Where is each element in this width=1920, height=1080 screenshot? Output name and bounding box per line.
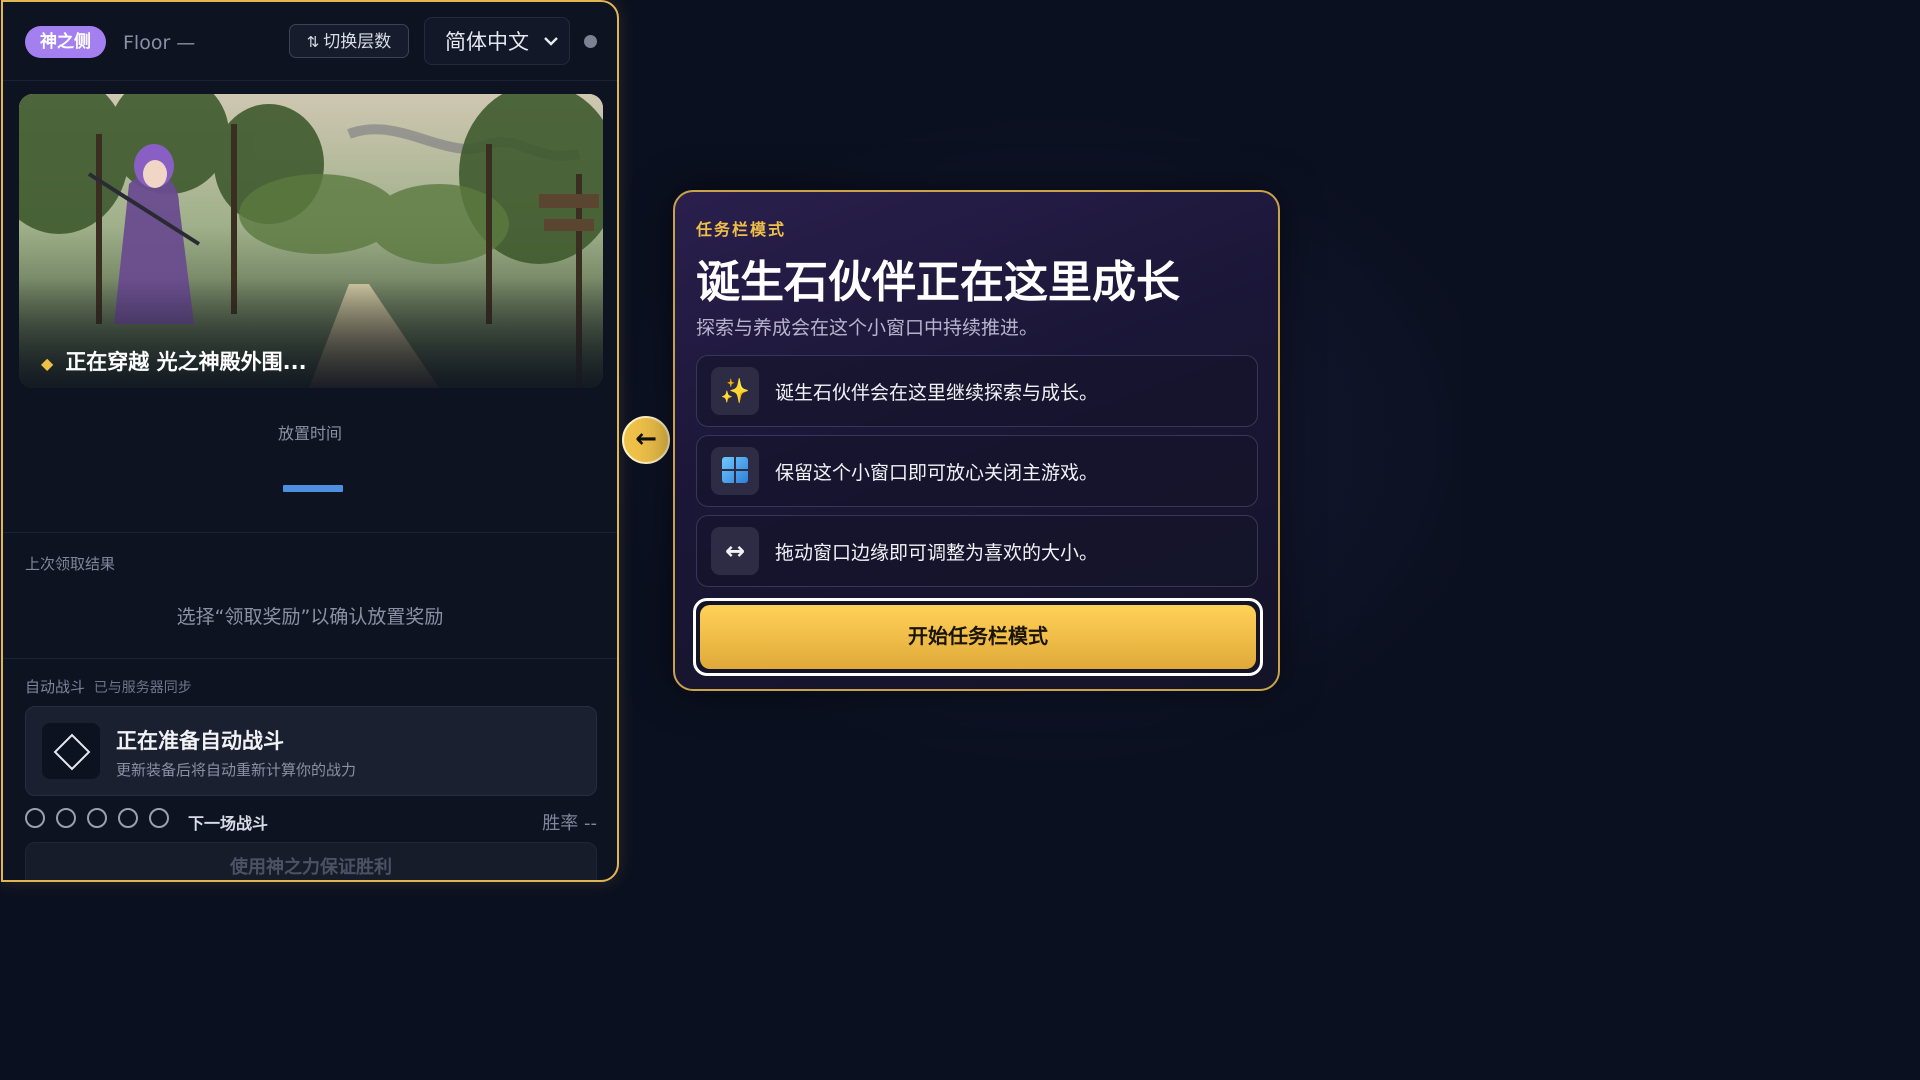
- auto-battle-title: 自动战斗: [25, 678, 86, 696]
- connection-status-dot: [584, 35, 597, 48]
- next-battle-label: 下一场战斗: [188, 814, 269, 833]
- scene-illustration: ◆ 正在穿越 光之神殿外围...: [19, 94, 603, 388]
- card-tag: 任务栏模式: [696, 220, 787, 239]
- swap-vertical-icon: ⇅: [306, 33, 320, 51]
- switch-floor-button[interactable]: ⇅ 切换层数: [289, 24, 409, 58]
- divider: [3, 658, 617, 659]
- card-subtitle: 探索与养成会在这个小窗口中持续推进。: [696, 317, 1039, 339]
- battle-dot: [149, 808, 169, 828]
- last-claim-title: 上次领取结果: [25, 555, 116, 573]
- feature-text: 诞生石伙伴会在这里继续探索与成长。: [775, 382, 1099, 404]
- language-value: 简体中文: [445, 30, 529, 54]
- win-rate: 胜率 --: [542, 813, 597, 834]
- game-panel: 神之侧 Floor — ⇅ 切换层数 简体中文 ◆ 正在穿越 光之神殿外围...…: [1, 0, 619, 882]
- god-power-button[interactable]: 使用神之力保证胜利: [25, 842, 597, 880]
- idle-time-label: 放置时间: [277, 424, 342, 443]
- taskbar-mode-card: 任务栏模式 诞生石伙伴正在这里成长 探索与养成会在这个小窗口中持续推进。 ✨ 诞…: [673, 190, 1280, 691]
- feature-text: 保留这个小窗口即可放心关闭主游戏。: [775, 462, 1099, 484]
- battle-icon: [42, 723, 100, 779]
- language-select[interactable]: 简体中文: [424, 17, 570, 65]
- resize-arrows-icon: ↔: [711, 527, 759, 575]
- arrow-left-icon: ←: [635, 424, 657, 454]
- battle-card-desc: 更新装备后将自动重新计算你的战力: [116, 761, 357, 779]
- divider: [3, 532, 617, 533]
- feature-item: ↔ 拖动窗口边缘即可调整为喜欢的大小。: [696, 515, 1258, 587]
- battle-dot: [56, 808, 76, 828]
- diamond-icon: ◆: [41, 354, 54, 373]
- scene-caption: ◆ 正在穿越 光之神殿外围...: [41, 346, 307, 376]
- start-taskbar-mode-button[interactable]: 开始任务栏模式: [693, 598, 1263, 676]
- claim-hint: 选择“领取奖励”以确认放置奖励: [176, 606, 444, 628]
- feature-text: 拖动窗口边缘即可调整为喜欢的大小。: [775, 542, 1099, 564]
- top-bar: 神之侧 Floor — ⇅ 切换层数 简体中文: [3, 2, 617, 81]
- feature-item: 保留这个小窗口即可放心关闭主游戏。: [696, 435, 1258, 507]
- battle-dot: [87, 808, 107, 828]
- auto-battle-sync-status: 已与服务器同步: [93, 680, 192, 696]
- floor-label: Floor —: [123, 32, 196, 54]
- collapse-toggle-button[interactable]: ←: [622, 416, 670, 464]
- auto-battle-card: 正在准备自动战斗 更新装备后将自动重新计算你的战力: [25, 706, 597, 796]
- scene-caption-text: 正在穿越 光之神殿外围...: [65, 350, 307, 374]
- start-taskbar-mode-label: 开始任务栏模式: [700, 605, 1256, 669]
- battle-dot: [25, 808, 45, 828]
- feature-item: ✨ 诞生石伙伴会在这里继续探索与成长。: [696, 355, 1258, 427]
- switch-floor-label: 切换层数: [323, 32, 392, 52]
- side-badge[interactable]: 神之侧: [25, 26, 106, 58]
- battle-card-title: 正在准备自动战斗: [116, 729, 284, 753]
- card-title: 诞生石伙伴正在这里成长: [696, 257, 1180, 308]
- window-icon: [711, 447, 759, 495]
- chevron-down-icon: [543, 18, 559, 85]
- diamond-outline-icon: [53, 733, 91, 771]
- auto-battle-header: 自动战斗 已与服务器同步: [25, 676, 192, 697]
- idle-time-indicator: [283, 485, 343, 492]
- battle-dot: [118, 808, 138, 828]
- sparkles-icon: ✨: [711, 367, 759, 415]
